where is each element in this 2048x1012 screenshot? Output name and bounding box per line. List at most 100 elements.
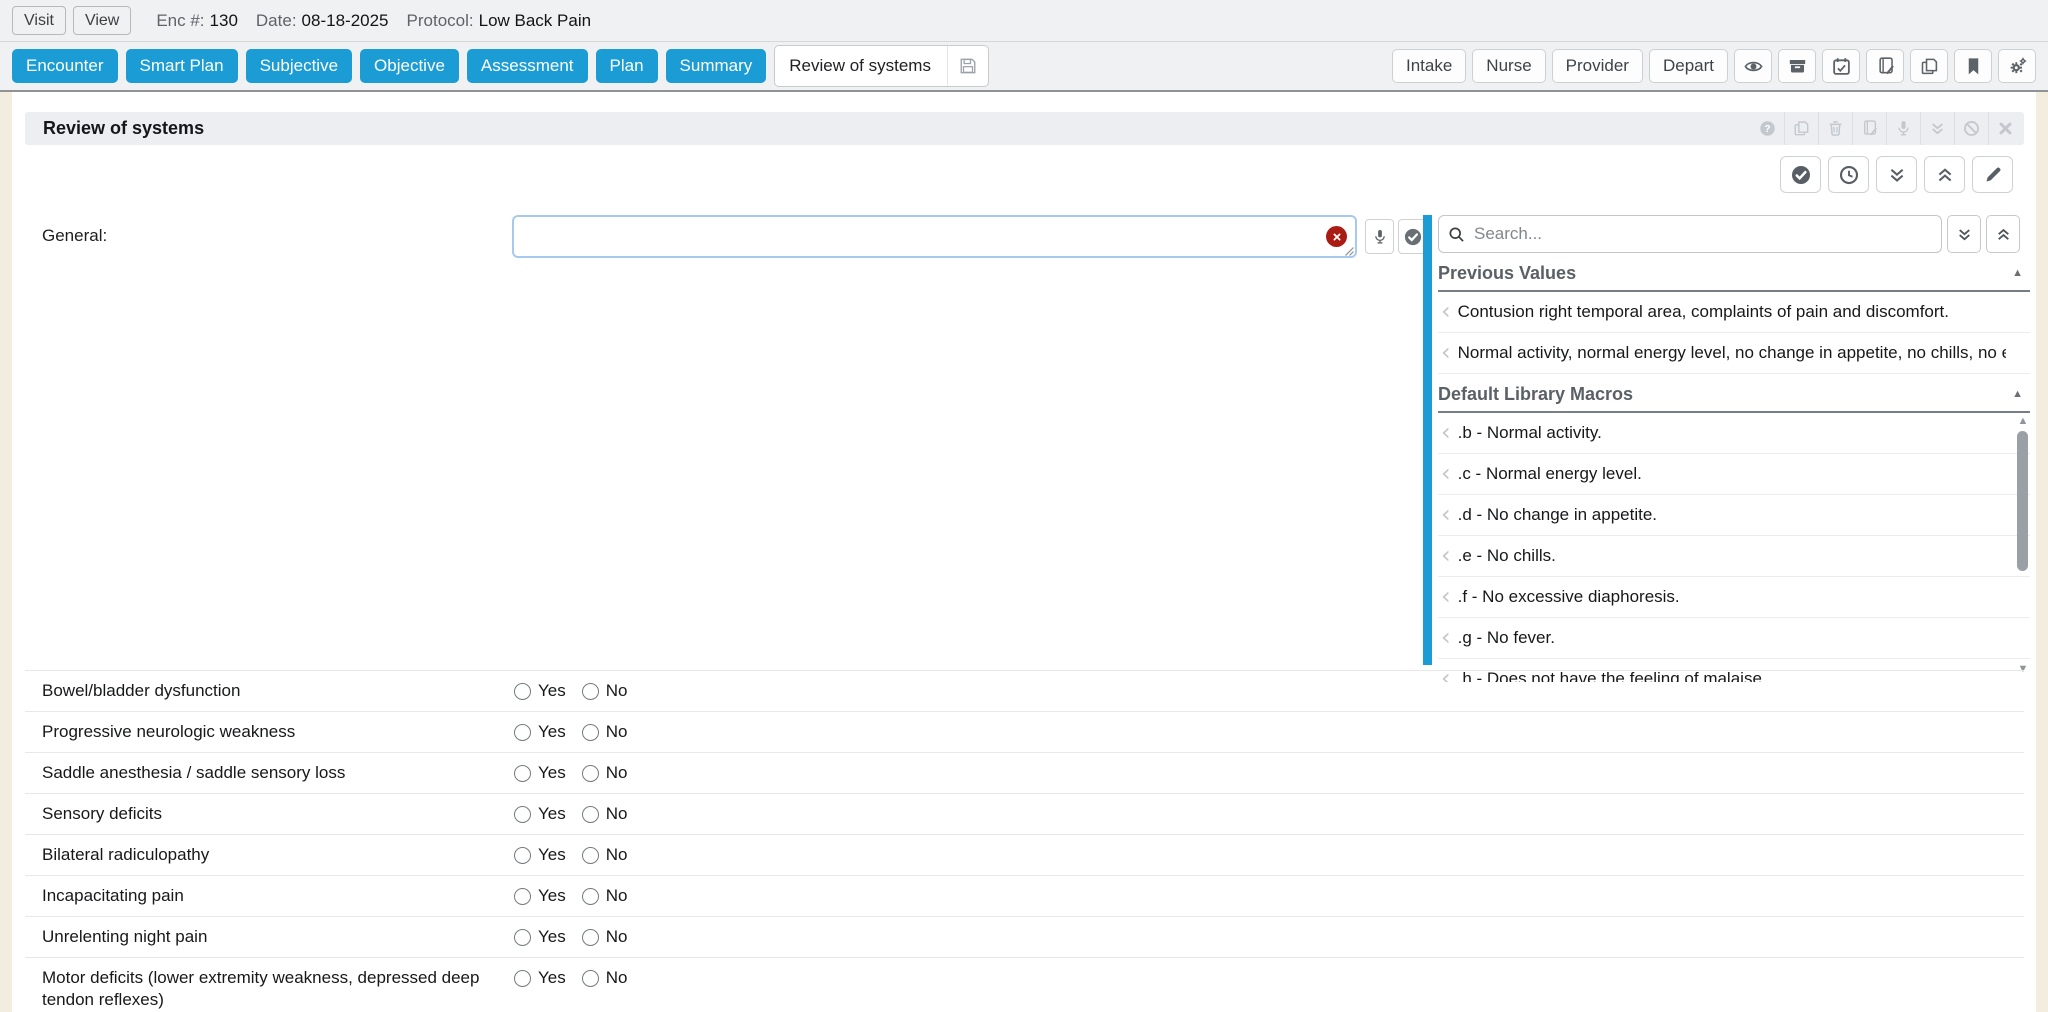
no-option[interactable]: No [582,681,628,701]
yes-radio[interactable] [514,683,531,700]
previous-value-item[interactable]: ‹ Contusion right temporal area, complai… [1438,292,2030,333]
scrollbar-thumb[interactable] [2017,431,2028,571]
yes-radio[interactable] [514,765,531,782]
no-radio[interactable] [582,847,599,864]
clock-button[interactable] [1828,156,1869,193]
tab-encounter[interactable]: Encounter [12,49,118,83]
tab-plan[interactable]: Plan [596,49,658,83]
insert-left-chevron-icon[interactable]: ‹ [1441,625,1451,649]
expand-all-button[interactable] [1876,156,1917,193]
microphone-button[interactable] [1365,219,1394,254]
no-radio[interactable] [582,765,599,782]
insert-left-chevron-icon[interactable]: ‹ [1441,461,1451,485]
macro-text: .g - No fever. [1458,628,1555,648]
no-option[interactable]: No [582,722,628,742]
collapse-triangle-icon[interactable]: ▲ [2012,389,2023,400]
eye-icon[interactable] [1734,49,1772,83]
expand-sections-button[interactable] [1947,215,1981,253]
nurse-button[interactable]: Nurse [1472,49,1545,83]
yes-option[interactable]: Yes [514,886,566,906]
book-icon[interactable] [1866,49,1904,83]
tab-review-of-systems-active[interactable]: Review of systems [774,45,989,87]
yes-radio[interactable] [514,847,531,864]
macro-item[interactable]: ‹ .b - Normal activity. [1438,413,2030,454]
no-radio[interactable] [582,929,599,946]
yes-radio[interactable] [514,888,531,905]
no-radio[interactable] [582,970,599,987]
check-circle-button[interactable] [1780,156,1821,193]
search-box[interactable] [1438,215,1942,253]
question-row: Sensory deficits Yes No [25,793,2024,834]
help-circle-icon[interactable] [1750,112,1784,145]
yes-option[interactable]: Yes [514,681,566,701]
calendar-check-icon[interactable] [1822,49,1860,83]
tab-objective[interactable]: Objective [360,49,459,83]
bookmark-icon[interactable] [1954,49,1992,83]
yes-option[interactable]: Yes [514,763,566,783]
yes-option[interactable]: Yes [514,804,566,824]
settings-gears-icon[interactable] [1998,49,2036,83]
yes-radio[interactable] [514,970,531,987]
depart-button[interactable]: Depart [1649,49,1728,83]
general-input[interactable] [512,215,1357,258]
insert-left-chevron-icon[interactable]: ‹ [1441,420,1451,444]
microphone-icon[interactable] [1886,112,1920,145]
no-radio[interactable] [582,888,599,905]
no-option[interactable]: No [582,763,628,783]
no-option[interactable]: No [582,886,628,906]
ban-icon[interactable] [1954,112,1988,145]
tab-smart-plan[interactable]: Smart Plan [126,49,238,83]
scroll-up-icon[interactable]: ▲ [2016,416,2030,427]
resize-handle[interactable] [1343,244,1355,256]
no-option[interactable]: No [582,968,628,988]
yes-option[interactable]: Yes [514,845,566,865]
close-icon[interactable] [1988,112,2022,145]
macro-item[interactable]: ‹ .c - Normal energy level. [1438,454,2030,495]
tab-subjective[interactable]: Subjective [246,49,352,83]
previous-value-item[interactable]: ‹ Normal activity, normal energy level, … [1438,333,2030,374]
yes-radio[interactable] [514,929,531,946]
insert-left-chevron-icon[interactable]: ‹ [1441,543,1451,567]
visit-button[interactable]: Visit [12,6,66,35]
double-chevron-down-icon[interactable] [1920,112,1954,145]
insert-left-chevron-icon[interactable]: ‹ [1441,299,1451,323]
macro-item[interactable]: ‹ .f - No excessive diaphoresis. [1438,577,2030,618]
no-option[interactable]: No [582,845,628,865]
no-radio[interactable] [582,683,599,700]
save-icon[interactable] [947,46,988,86]
macro-scrollbar[interactable]: ▲ ▼ [2016,416,2030,678]
insert-left-chevron-icon[interactable]: ‹ [1441,502,1451,526]
no-radio[interactable] [582,806,599,823]
view-button[interactable]: View [73,6,131,35]
intake-button[interactable]: Intake [1392,49,1466,83]
archive-icon[interactable] [1778,49,1816,83]
insert-left-chevron-icon[interactable]: ‹ [1441,340,1451,364]
yes-option[interactable]: Yes [514,722,566,742]
tab-summary[interactable]: Summary [666,49,767,83]
provider-button[interactable]: Provider [1552,49,1643,83]
protocol-value: Low Back Pain [479,11,591,30]
no-radio[interactable] [582,724,599,741]
yes-option[interactable]: Yes [514,927,566,947]
tab-assessment[interactable]: Assessment [467,49,588,83]
collapse-triangle-icon[interactable]: ▲ [2012,268,2023,279]
no-option[interactable]: No [582,927,628,947]
macro-item[interactable]: ‹ .d - No change in appetite. [1438,495,2030,536]
no-option[interactable]: No [582,804,628,824]
book-icon[interactable] [1852,112,1886,145]
search-icon [1448,226,1465,243]
macro-item[interactable]: ‹ .e - No chills. [1438,536,2030,577]
copy-icon[interactable] [1910,49,1948,83]
section-nav-toolbar: Encounter Smart Plan Subjective Objectiv… [0,42,2048,92]
macro-item[interactable]: ‹ .g - No fever. [1438,618,2030,659]
yes-radio[interactable] [514,724,531,741]
search-input[interactable] [1472,223,1941,245]
insert-left-chevron-icon[interactable]: ‹ [1441,584,1451,608]
collapse-all-button[interactable] [1924,156,1965,193]
yes-option[interactable]: Yes [514,968,566,988]
collapse-sections-button[interactable] [1986,215,2020,253]
trash-icon[interactable] [1818,112,1852,145]
copy-icon[interactable] [1784,112,1818,145]
edit-pencil-button[interactable] [1972,156,2013,193]
yes-radio[interactable] [514,806,531,823]
